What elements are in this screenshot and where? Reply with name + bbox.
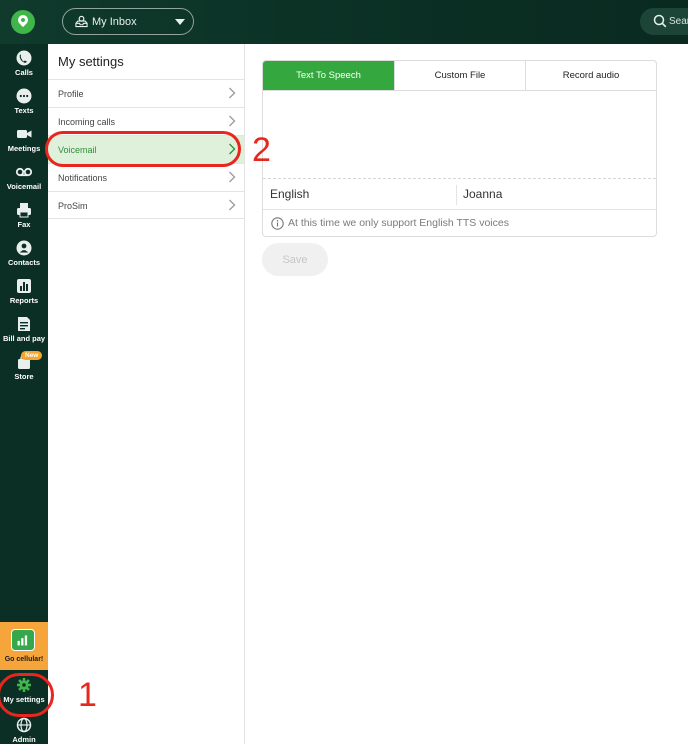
- nav-item-bill-and-pay[interactable]: Bill and pay: [0, 316, 48, 354]
- tts-text-input[interactable]: [263, 91, 656, 179]
- bar-chart-icon: [17, 279, 31, 293]
- app-window: My Inbox Sear Calls Texts Meetings Voice…: [0, 0, 688, 744]
- info-notice: At this time we only support English TTS…: [263, 209, 656, 236]
- settings-item-notifications[interactable]: Notifications: [48, 163, 244, 191]
- person-icon: [16, 240, 32, 256]
- video-camera-icon: [17, 130, 32, 138]
- annotation-ring-voicemail: [45, 131, 241, 167]
- search-placeholder: Sear: [669, 16, 688, 27]
- nav-item-reports[interactable]: Reports: [0, 278, 48, 316]
- nav-item-texts[interactable]: Texts: [0, 88, 48, 126]
- tab-text-to-speech[interactable]: Text To Speech: [263, 61, 394, 91]
- search-icon: [653, 14, 667, 28]
- tab-record-audio[interactable]: Record audio: [525, 61, 656, 91]
- chevron-down-icon: [175, 19, 185, 25]
- annotation-step-2: 2: [252, 131, 271, 169]
- divider: [456, 185, 457, 205]
- chevron-right-icon: [229, 199, 236, 211]
- inbox-tray-icon: [75, 15, 88, 28]
- nav-item-meetings[interactable]: Meetings: [0, 126, 48, 164]
- annotation-step-1: 1: [78, 676, 97, 714]
- chevron-right-icon: [229, 87, 236, 99]
- nav-item-voicemail[interactable]: Voicemail: [0, 164, 48, 202]
- annotation-ring-my-settings: [0, 673, 54, 717]
- voice-select[interactable]: Joanna: [463, 187, 502, 201]
- new-badge: New: [21, 351, 43, 360]
- tab-custom-file[interactable]: Custom File: [394, 61, 525, 91]
- inbox-selector[interactable]: My Inbox: [62, 8, 194, 35]
- top-bar: My Inbox Sear: [0, 0, 688, 44]
- nav-item-contacts[interactable]: Contacts: [0, 240, 48, 278]
- nav-item-fax[interactable]: Fax: [0, 202, 48, 240]
- main-nav: Calls Texts Meetings Voicemail Fax Conta…: [0, 44, 48, 744]
- voicemail-icon: [15, 167, 33, 177]
- nav-item-admin[interactable]: Admin: [0, 717, 48, 744]
- globe-icon: [16, 717, 32, 733]
- info-icon: [271, 217, 284, 230]
- language-select[interactable]: English: [270, 187, 309, 201]
- phone-icon: [16, 50, 32, 66]
- signal-bars-icon: [11, 629, 35, 651]
- settings-item-profile[interactable]: Profile: [48, 79, 244, 107]
- nav-item-store[interactable]: New Store: [0, 351, 48, 392]
- bill-icon: [18, 317, 30, 331]
- settings-title: My settings: [58, 54, 124, 69]
- save-button[interactable]: Save: [262, 243, 328, 276]
- chevron-right-icon: [229, 171, 236, 183]
- chat-bubble-icon: [16, 88, 32, 104]
- nav-item-calls[interactable]: Calls: [0, 50, 48, 88]
- go-cellular-button[interactable]: Go cellular!: [0, 622, 48, 670]
- chevron-right-icon: [229, 115, 236, 127]
- settings-item-prosim[interactable]: ProSim: [48, 191, 244, 219]
- inbox-label: My Inbox: [92, 16, 137, 28]
- fax-icon: [17, 203, 31, 218]
- logo-icon[interactable]: [11, 10, 35, 34]
- search-field[interactable]: Sear: [640, 8, 688, 35]
- voicemail-greeting-card: Text To Speech Custom File Record audio …: [262, 60, 657, 237]
